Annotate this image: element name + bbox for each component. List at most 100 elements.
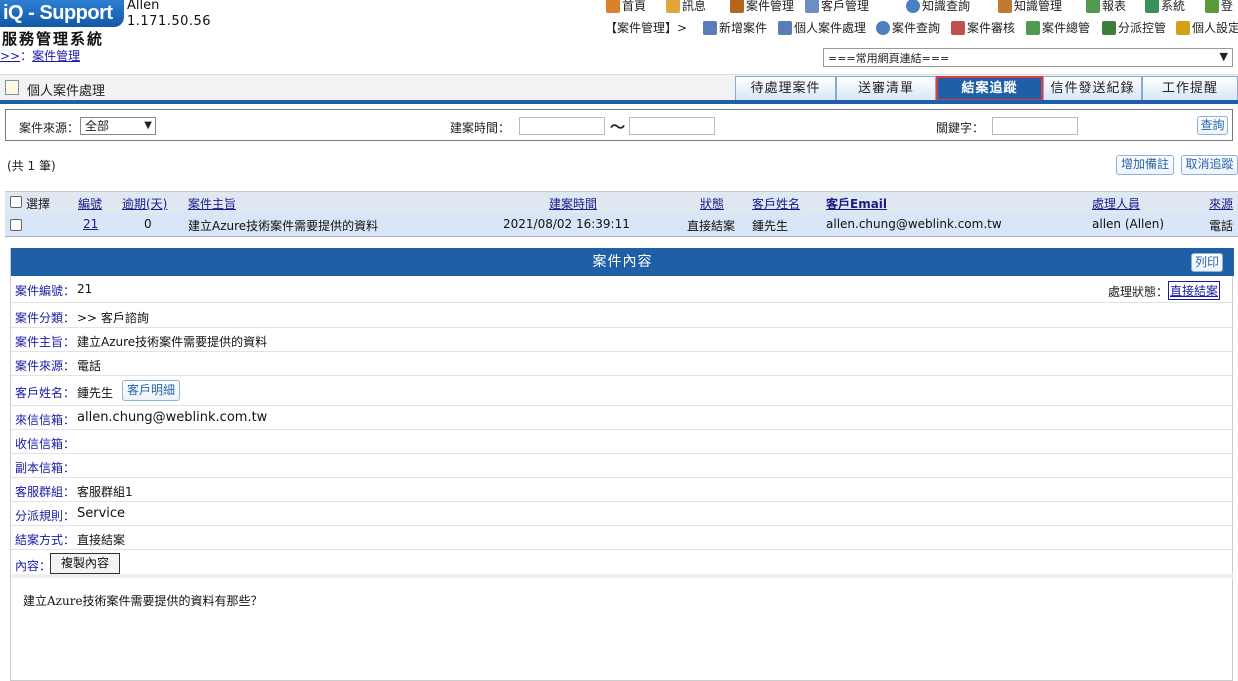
tab-mail-log[interactable]: 信件發送紀錄 (1043, 76, 1142, 101)
end-date-input[interactable] (629, 117, 715, 135)
user-ip: 1.171.50.56 (127, 14, 212, 29)
breadcrumb: >>：案件管理 (0, 49, 81, 63)
row-case-number-link[interactable]: 21 (83, 217, 98, 231)
nav-case-management[interactable]: 案件管理 (730, 0, 794, 14)
search-panel: 案件來源： 全部 ▼ 建案時間： ～ 關鍵字： 查詢 (5, 109, 1233, 141)
row-subject: 建立Azure技術案件需要提供的資料 (188, 219, 379, 233)
nav-knowledge-management[interactable]: 知識管理 (998, 0, 1062, 14)
breadcrumb-home-link[interactable]: >> (0, 49, 20, 63)
book-icon (998, 0, 1012, 13)
nav-customer-management[interactable]: 客戶管理 (805, 0, 869, 14)
row-select-checkbox[interactable] (10, 219, 22, 231)
nav-report[interactable]: 報表 (1086, 0, 1126, 14)
subnav-case-master[interactable]: 案件總管 (1026, 19, 1090, 36)
source-select[interactable]: 全部 ▼ (80, 117, 156, 135)
detail-row-customer: 客戶姓名： 鍾先生 客戶明細 (11, 376, 1234, 406)
status-link[interactable]: 直接結案 (1168, 281, 1221, 300)
case-detail-panel: 案件內容 列印 案件編號： 21 處理狀態： 直接結案 案件分類： >> 客戶諮… (10, 248, 1234, 681)
customer-value: 鍾先生 (77, 386, 114, 400)
cancel-tracking-button[interactable]: 取消追蹤 (1181, 155, 1238, 175)
date-range-separator: ～ (610, 118, 626, 136)
personal-case-icon (778, 20, 792, 35)
subnav-new-case[interactable]: 新增案件 (703, 19, 767, 36)
header-customer-email[interactable]: 客戶Email (826, 195, 887, 212)
row-source: 電話 (1209, 219, 1234, 233)
keyword-input[interactable] (992, 117, 1078, 135)
source-value: 電話 (77, 359, 102, 373)
nav-message[interactable]: 訊息 (666, 0, 706, 14)
new-case-icon (703, 20, 717, 35)
nav-home[interactable]: 首頁 (606, 0, 646, 14)
subnav-case-review[interactable]: 案件審核 (951, 19, 1015, 36)
close-method-value: 直接結案 (77, 533, 126, 547)
subnav-personal-setting[interactable]: 個人設定 (1176, 19, 1238, 36)
table-row[interactable]: 21 0 建立Azure技術案件需要提供的資料 2021/08/02 16:39… (5, 213, 1238, 237)
tab-work-reminder[interactable]: 工作提醒 (1142, 76, 1238, 101)
case-master-icon (1026, 20, 1040, 35)
header-source[interactable]: 來源 (1209, 195, 1233, 212)
header-status[interactable]: 狀態 (700, 195, 724, 212)
header-number[interactable]: 編號 (78, 195, 102, 212)
subnav-personal-case[interactable]: 個人案件處理 (778, 19, 866, 36)
copy-content-button[interactable]: 複製內容 (50, 553, 120, 574)
header-handler[interactable]: 處理人員 (1092, 195, 1140, 212)
case-search-icon (876, 20, 890, 35)
header-created-time[interactable]: 建案時間 (549, 195, 597, 212)
home-icon (606, 0, 620, 13)
select-all-checkbox[interactable] (10, 196, 22, 208)
print-button[interactable]: 列印 (1191, 253, 1223, 272)
subnav-dispatch[interactable]: 分派控管 (1102, 19, 1166, 36)
tab-pending-cases[interactable]: 待處理案件 (735, 76, 836, 101)
subnav-case-search[interactable]: 案件查詢 (876, 19, 940, 36)
nav-knowledge-query[interactable]: 知識查詢 (906, 0, 970, 14)
customer-detail-button[interactable]: 客戶明細 (122, 380, 180, 401)
tab-review-list[interactable]: 送審清單 (836, 76, 936, 101)
header-select: 選擇 (26, 197, 51, 211)
detail-row-content: 內容： 複製內容 (11, 550, 1234, 578)
search-button[interactable]: 查詢 (1197, 116, 1228, 135)
system-title: 服務管理系統 (2, 30, 105, 48)
chevron-down-icon: ▼ (144, 120, 152, 131)
mail-icon (666, 0, 680, 13)
row-status: 直接結案 (687, 219, 736, 233)
quick-links-select[interactable]: ===常用網頁連結=== ▼ (823, 48, 1233, 67)
add-note-button[interactable]: 增加備註 (1116, 155, 1174, 175)
case-review-icon (951, 20, 965, 35)
result-count: (共 1 筆) (7, 159, 56, 173)
header-customer-name[interactable]: 客戶姓名 (752, 195, 800, 212)
nav-system[interactable]: 系統 (1145, 0, 1185, 14)
chevron-down-icon: ▼ (1219, 50, 1228, 63)
row-handler: allen (Allen) (1092, 217, 1165, 231)
case-icon (730, 0, 744, 13)
header-overdue-days[interactable]: 逾期(天) (122, 195, 167, 212)
page-title: 個人案件處理 (27, 84, 106, 99)
from-email-value: allen.chung@weblink.com.tw (77, 410, 268, 425)
table-header: 選擇 編號 逾期(天) 案件主旨 建案時間 狀態 客戶姓名 客戶Email 處理… (5, 191, 1238, 213)
header-subject[interactable]: 案件主旨 (188, 195, 236, 212)
nav-logout[interactable]: 登 (1205, 0, 1233, 14)
app-logo[interactable]: iQ - Support (0, 0, 124, 27)
detail-row-category: 案件分類： >> 客戶諮詢 (11, 303, 1234, 328)
row-customer-email: allen.chung@weblink.com.tw (826, 217, 1002, 231)
tab-closed-tracking[interactable]: 結案追蹤 (936, 76, 1043, 101)
subnav-prefix: 【案件管理】> (605, 21, 688, 35)
detail-row-rule: 分派規則： Service (11, 502, 1234, 526)
dispatch-icon (1102, 20, 1116, 35)
detail-title: 案件內容 (11, 248, 1234, 276)
detail-row-to-email: 收信信箱： (11, 430, 1234, 454)
detail-row-cc-email: 副本信箱： (11, 454, 1234, 478)
title-divider (0, 100, 1238, 104)
logout-icon (1205, 0, 1219, 13)
detail-row-subject: 案件主旨： 建立Azure技術案件需要提供的資料 (11, 328, 1234, 352)
group-value: 客服群組1 (77, 485, 133, 499)
breadcrumb-current[interactable]: 案件管理 (32, 49, 80, 63)
source-label: 案件來源： (19, 121, 80, 135)
start-date-input[interactable] (519, 117, 605, 135)
top-header: iQ - Support Allen 1.171.50.56 服務管理系統 >>… (0, 0, 1238, 72)
keyword-label: 關鍵字： (936, 121, 985, 135)
detail-row-from-email: 來信信箱： allen.chung@weblink.com.tw (11, 406, 1234, 430)
category-value: >> 客戶諮詢 (77, 311, 149, 325)
detail-row-close-method: 結案方式： 直接結案 (11, 526, 1234, 550)
detail-row-case-number: 案件編號： 21 處理狀態： 直接結案 (11, 276, 1234, 303)
rule-value: Service (77, 506, 126, 521)
